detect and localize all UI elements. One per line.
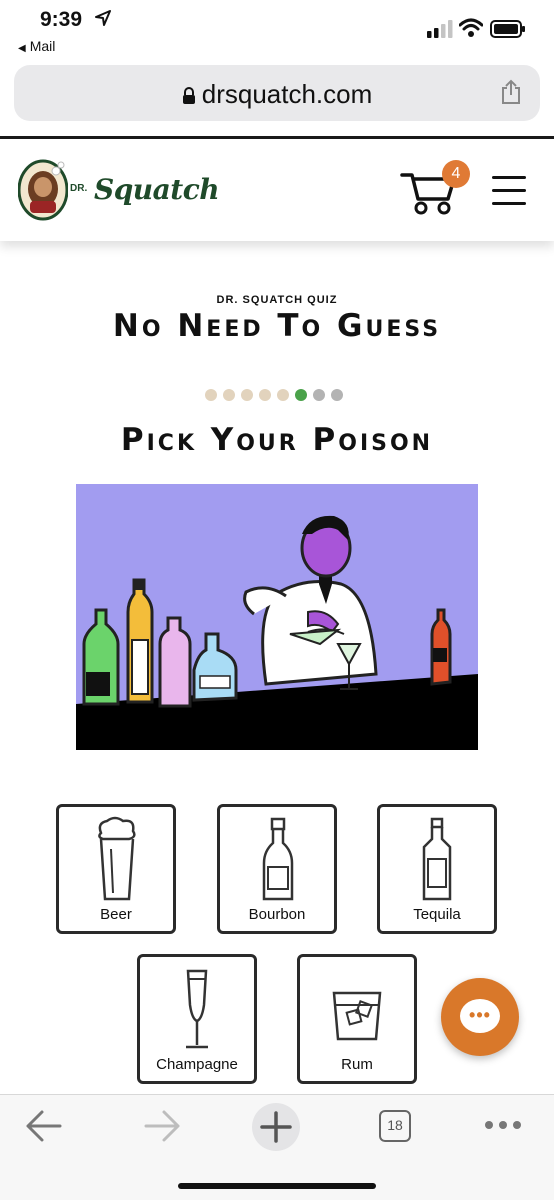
address-bar[interactable]: drsquatch.com [14, 65, 540, 121]
chat-button[interactable]: ••• [441, 978, 519, 1056]
answer-bourbon[interactable]: Bourbon [217, 804, 337, 934]
brand-logo[interactable]: DR. Squatch [18, 159, 220, 221]
progress-dot [205, 389, 217, 401]
progress-dot [331, 389, 343, 401]
tequila-icon [422, 817, 452, 901]
rum-icon [332, 991, 382, 1041]
bourbon-icon [262, 817, 294, 901]
cellular-signal-icon [427, 20, 453, 38]
status-bar: 9:39 ◀ Mail [0, 0, 554, 60]
progress-dot [277, 389, 289, 401]
progress-dot [313, 389, 325, 401]
answer-label: Rum [341, 1056, 373, 1073]
cart-count-badge: 4 [442, 160, 470, 188]
progress-dot-current [295, 389, 307, 401]
back-app-label: Mail [29, 38, 56, 54]
battery-icon [490, 20, 525, 38]
site-header: DR. Squatch [0, 139, 554, 241]
progress-dot [259, 389, 271, 401]
beer-icon [98, 816, 136, 901]
more-options-icon[interactable] [483, 1115, 523, 1135]
quiz-progress [205, 389, 351, 401]
menu-bar [492, 202, 526, 205]
answer-tequila[interactable]: Tequila [377, 804, 497, 934]
back-triangle-icon: ◀ [18, 43, 26, 54]
menu-bar [492, 189, 526, 192]
status-time: 9:39 [40, 8, 83, 31]
browser-toolbar: 18 [0, 1094, 554, 1200]
answer-label: Champagne [156, 1056, 238, 1073]
back-to-app-link[interactable]: ◀ Mail [18, 38, 55, 54]
lock-icon [182, 87, 195, 105]
chat-bubble-icon: ••• [460, 999, 500, 1033]
progress-dot [241, 389, 253, 401]
answer-label: Tequila [413, 906, 461, 923]
forward-arrow-icon[interactable] [142, 1109, 182, 1143]
answer-label: Beer [100, 906, 132, 923]
champagne-icon [186, 969, 208, 1049]
share-icon[interactable] [500, 79, 522, 105]
answer-rum[interactable]: Rum [297, 954, 417, 1084]
home-indicator [178, 1183, 376, 1189]
logo-prefix: DR. [70, 183, 88, 194]
menu-icon[interactable] [492, 176, 528, 206]
url-display: drsquatch.com [14, 79, 540, 110]
bartender-illustration [76, 484, 478, 750]
back-arrow-icon[interactable] [24, 1109, 64, 1143]
new-tab-button[interactable] [252, 1103, 300, 1151]
location-arrow-icon [95, 10, 111, 26]
squatch-mascot-icon [18, 159, 68, 221]
logo-wordmark: Squatch [94, 173, 220, 206]
answer-beer[interactable]: Beer [56, 804, 176, 934]
quiz-headline: No Need To Guess [112, 308, 442, 344]
answer-label: Bourbon [248, 906, 306, 923]
answer-champagne[interactable]: Champagne [137, 954, 257, 1084]
wifi-icon [459, 18, 483, 37]
plus-icon [260, 1111, 292, 1143]
chat-dots: ••• [469, 1005, 491, 1025]
progress-dot [223, 389, 235, 401]
tab-switcher-button[interactable]: 18 [379, 1110, 411, 1142]
menu-bar [492, 176, 526, 179]
url-text: drsquatch.com [201, 79, 373, 109]
quiz-eyebrow: DR. SQUATCH QUIZ [216, 294, 338, 306]
question-title: Pick Your Poison [120, 422, 434, 458]
